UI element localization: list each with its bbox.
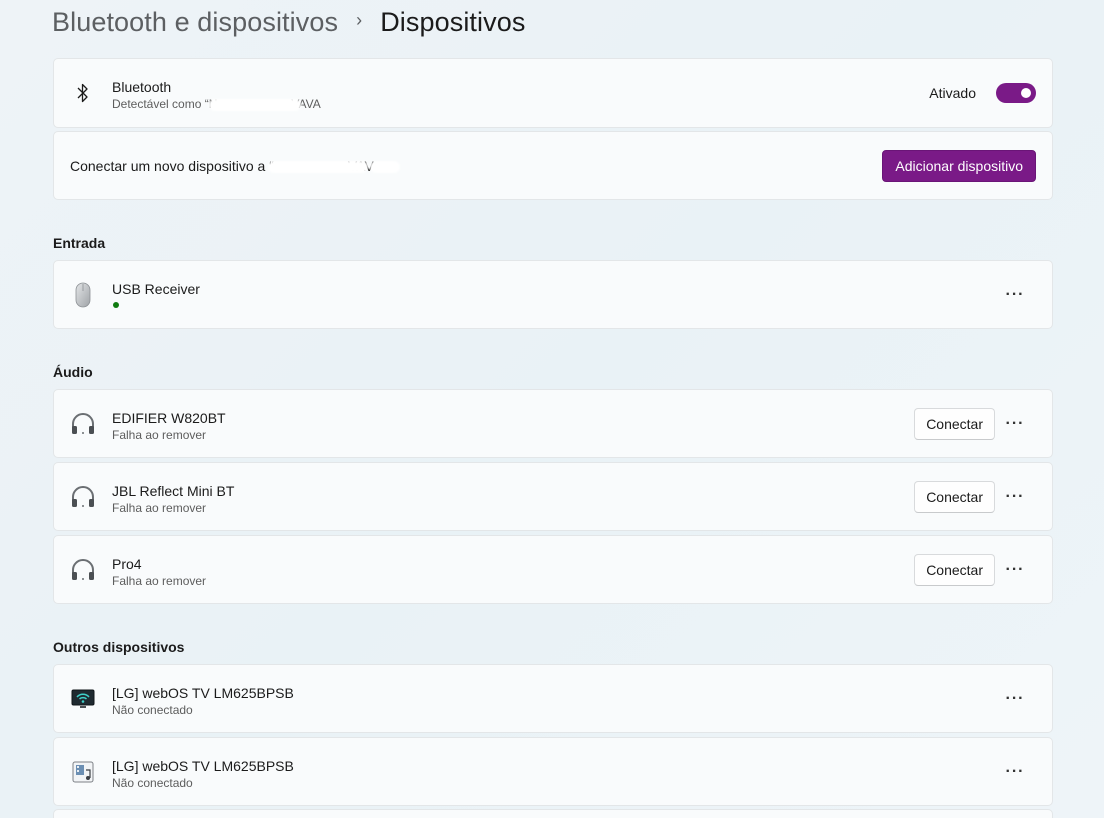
device-row-partial[interactable] [53, 809, 1053, 818]
device-name: JBL Reflect Mini BT [112, 483, 235, 499]
connected-status-dot [113, 302, 119, 308]
breadcrumb-parent-link[interactable]: Bluetooth e dispositivos [52, 7, 338, 38]
device-status: Falha ao remover [112, 574, 207, 588]
more-options-button[interactable]: ··· [1000, 482, 1030, 512]
device-name: [LG] webOS TV LM625BPSB [112, 685, 294, 701]
bluetooth-subtitle-prefix: Detectável como “N [112, 97, 218, 111]
bluetooth-icon [68, 78, 98, 108]
redaction-mark [369, 160, 400, 173]
more-options-button[interactable]: ··· [1000, 757, 1030, 787]
add-device-card: Conectar um novo dispositivo a “VAV Adic… [53, 131, 1053, 200]
device-row-lg-tv-display[interactable]: [LG] webOS TV LM625BPSB Não conectado ··… [53, 664, 1053, 733]
wireless-display-icon [68, 684, 98, 714]
breadcrumb: Bluetooth e dispositivos › Dispositivos [52, 4, 525, 40]
page-title: Dispositivos [380, 6, 526, 37]
device-row-lg-tv-media[interactable]: [LG] webOS TV LM625BPSB Não conectado ··… [53, 737, 1053, 806]
device-status: Não conectado [112, 776, 193, 790]
device-row-pro4[interactable]: Pro4 Falha ao remover Conectar ··· [53, 535, 1053, 604]
media-device-icon [68, 757, 98, 787]
more-icon: ··· [1005, 285, 1025, 303]
device-row-jbl[interactable]: JBL Reflect Mini BT Falha ao remover Con… [53, 462, 1053, 531]
redaction-mark [267, 160, 368, 173]
bluetooth-title: Bluetooth [112, 79, 172, 95]
bluetooth-toggle-group: Ativado [929, 83, 1036, 103]
more-icon: ··· [1005, 560, 1025, 578]
chevron-right-icon: › [356, 9, 363, 30]
device-status: Falha ao remover [112, 428, 207, 442]
device-name: USB Receiver [112, 281, 200, 297]
device-status: Falha ao remover [112, 501, 207, 515]
more-options-button[interactable]: ··· [1000, 409, 1030, 439]
more-options-button[interactable]: ··· [1000, 684, 1030, 714]
settings-page: Bluetooth e dispositivos › Dispositivos … [0, 0, 1104, 818]
redaction-mark [209, 98, 302, 111]
bluetooth-subtitle: Detectável como “N VAVA [112, 97, 321, 111]
device-name: EDIFIER W820BT [112, 410, 226, 426]
bluetooth-toggle[interactable] [996, 83, 1036, 103]
connect-button[interactable]: Conectar [914, 480, 995, 513]
more-icon: ··· [1005, 414, 1025, 432]
more-options-button[interactable]: ··· [1000, 555, 1030, 585]
add-device-button[interactable]: Adicionar dispositivo [882, 149, 1036, 182]
headphones-icon [68, 482, 98, 512]
device-name: [LG] webOS TV LM625BPSB [112, 758, 294, 774]
device-row-edifier[interactable]: EDIFIER W820BT Falha ao remover Conectar… [53, 389, 1053, 458]
section-label-audio: Áudio [53, 364, 93, 380]
bluetooth-state-label: Ativado [929, 85, 976, 101]
mouse-icon [68, 280, 98, 310]
section-label-input: Entrada [53, 235, 106, 251]
add-device-text: Conectar um novo dispositivo a “VAV [70, 158, 400, 174]
more-icon: ··· [1005, 762, 1025, 780]
device-status: Não conectado [112, 703, 193, 717]
more-icon: ··· [1005, 689, 1025, 707]
bluetooth-card: Bluetooth Detectável como “N VAVA Ativado [53, 58, 1053, 128]
connect-button[interactable]: Conectar [914, 553, 995, 586]
section-label-other: Outros dispositivos [53, 639, 185, 655]
device-name: Pro4 [112, 556, 142, 572]
headphones-icon [68, 555, 98, 585]
more-options-button[interactable]: ··· [1000, 280, 1030, 310]
headphones-icon [68, 409, 98, 439]
connect-button[interactable]: Conectar [914, 407, 995, 440]
device-row-usb-receiver[interactable]: USB Receiver ··· [53, 260, 1053, 329]
add-device-text-prefix: Conectar um novo dispositivo a “ [70, 157, 274, 174]
more-icon: ··· [1005, 487, 1025, 505]
